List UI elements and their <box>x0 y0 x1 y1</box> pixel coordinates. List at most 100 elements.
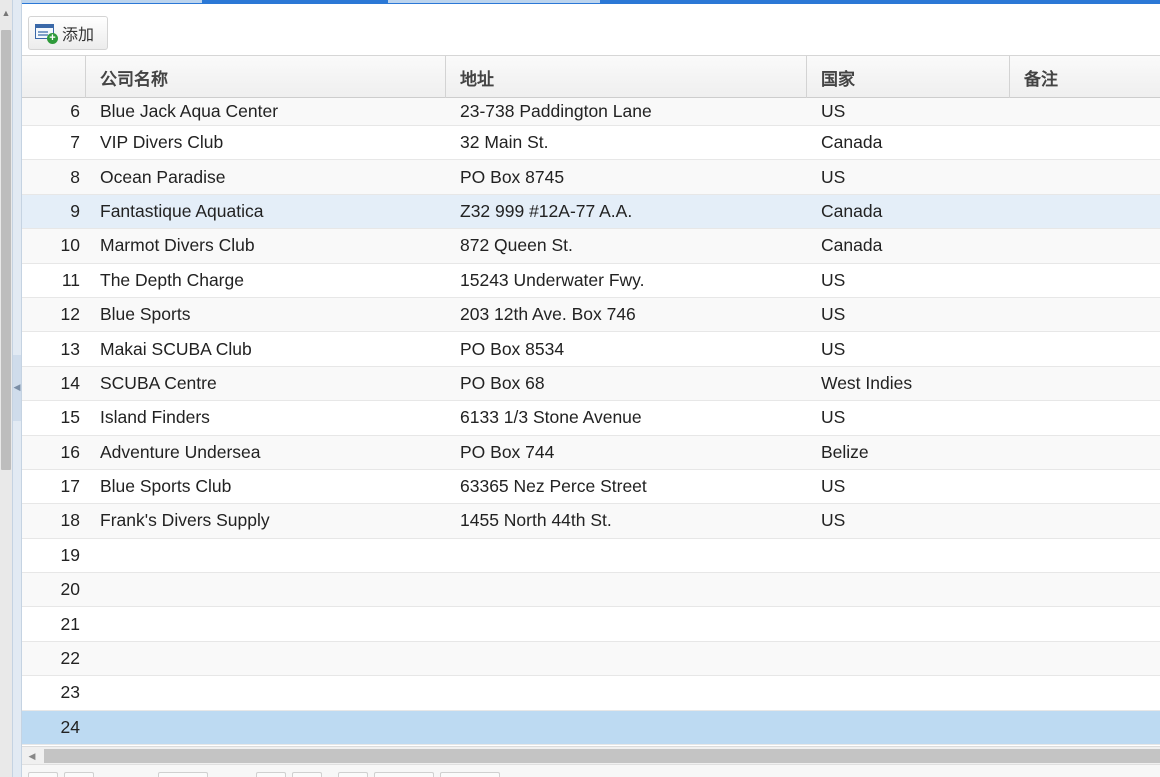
country-cell[interactable]: US <box>807 470 1010 503</box>
address-cell[interactable]: PO Box 744 <box>446 436 807 469</box>
row-number-cell[interactable]: 11 <box>22 264 86 297</box>
address-cell[interactable]: 32 Main St. <box>446 126 807 159</box>
row-number-cell[interactable]: 10 <box>22 229 86 262</box>
row-number-cell[interactable]: 18 <box>22 504 86 537</box>
note-cell[interactable] <box>1010 539 1160 572</box>
column-header-rownum[interactable] <box>22 56 86 98</box>
note-cell[interactable] <box>1010 98 1160 125</box>
table-row[interactable]: 13 Makai SCUBA Club PO Box 8534 US <box>22 332 1160 367</box>
row-number-cell[interactable]: 9 <box>22 195 86 228</box>
table-row[interactable]: 10 Marmot Divers Club 872 Queen St. Canada <box>22 229 1160 264</box>
row-number-cell[interactable]: 15 <box>22 401 86 434</box>
note-cell[interactable] <box>1010 504 1160 537</box>
collapse-left-icon[interactable]: ◀ <box>13 380 21 394</box>
address-cell[interactable] <box>446 642 807 675</box>
row-number-cell[interactable]: 12 <box>22 298 86 331</box>
pager-button[interactable] <box>256 772 286 777</box>
company-name-cell[interactable] <box>86 573 446 606</box>
note-cell[interactable] <box>1010 436 1160 469</box>
table-row[interactable]: 20 <box>22 573 1160 608</box>
company-name-cell[interactable] <box>86 607 446 640</box>
country-cell[interactable]: US <box>807 401 1010 434</box>
note-cell[interactable] <box>1010 642 1160 675</box>
company-name-cell[interactable]: Island Finders <box>86 401 446 434</box>
country-cell[interactable] <box>807 607 1010 640</box>
note-cell[interactable] <box>1010 195 1160 228</box>
scroll-left-arrow-icon[interactable]: ◀ <box>26 748 38 764</box>
country-cell[interactable]: US <box>807 332 1010 365</box>
row-number-cell[interactable]: 7 <box>22 126 86 159</box>
company-name-cell[interactable]: Blue Sports <box>86 298 446 331</box>
company-name-cell[interactable]: SCUBA Centre <box>86 367 446 400</box>
country-cell[interactable]: West Indies <box>807 367 1010 400</box>
table-row[interactable]: 18 Frank's Divers Supply 1455 North 44th S… <box>22 504 1160 539</box>
table-row[interactable]: 24 <box>22 710 1160 746</box>
company-name-cell[interactable] <box>86 539 446 572</box>
note-cell[interactable] <box>1010 470 1160 503</box>
company-name-cell[interactable] <box>86 642 446 675</box>
address-cell[interactable]: 203 12th Ave. Box 746 <box>446 298 807 331</box>
address-cell[interactable]: 872 Queen St. <box>446 229 807 262</box>
company-name-cell[interactable]: Blue Jack Aqua Center <box>86 98 446 125</box>
table-row[interactable]: 17 Blue Sports Club 63365 Nez Perce Street… <box>22 469 1160 505</box>
note-cell[interactable] <box>1010 126 1160 159</box>
country-cell[interactable] <box>807 642 1010 675</box>
pager-button[interactable] <box>338 772 368 777</box>
address-cell[interactable]: 1455 North 44th St. <box>446 504 807 537</box>
table-row[interactable]: 22 <box>22 641 1160 677</box>
country-cell[interactable]: US <box>807 98 1010 125</box>
company-name-cell[interactable] <box>86 711 446 744</box>
country-cell[interactable]: US <box>807 298 1010 331</box>
address-cell[interactable] <box>446 711 807 744</box>
country-cell[interactable] <box>807 573 1010 606</box>
table-row[interactable]: 16 Adventure Undersea PO Box 744 Belize <box>22 435 1160 470</box>
table-row[interactable]: 15 Island Finders 6133 1/3 Stone Avenue US <box>22 401 1160 436</box>
address-cell[interactable]: PO Box 8745 <box>446 160 807 193</box>
address-cell[interactable] <box>446 539 807 572</box>
country-cell[interactable]: US <box>807 264 1010 297</box>
country-cell[interactable]: Canada <box>807 195 1010 228</box>
column-header-address[interactable]: 地址 <box>446 56 807 98</box>
address-cell[interactable]: PO Box 8534 <box>446 332 807 365</box>
note-cell[interactable] <box>1010 264 1160 297</box>
company-name-cell[interactable]: Fantastique Aquatica <box>86 195 446 228</box>
horizontal-scroll-thumb[interactable] <box>44 749 1160 763</box>
pager-button[interactable] <box>28 772 58 777</box>
outer-scroll-thumb[interactable] <box>1 30 11 470</box>
address-cell[interactable]: 6133 1/3 Stone Avenue <box>446 401 807 434</box>
country-cell[interactable]: US <box>807 504 1010 537</box>
row-number-cell[interactable]: 17 <box>22 470 86 503</box>
note-cell[interactable] <box>1010 298 1160 331</box>
tab-segment-active[interactable] <box>388 0 600 3</box>
table-row[interactable]: 6 Blue Jack Aqua Center 23-738 Paddington … <box>22 98 1160 126</box>
column-header-note[interactable]: 备注 <box>1010 56 1160 98</box>
company-name-cell[interactable]: Ocean Paradise <box>86 160 446 193</box>
address-cell[interactable]: 63365 Nez Perce Street <box>446 470 807 503</box>
row-number-cell[interactable]: 16 <box>22 436 86 469</box>
row-number-cell[interactable]: 23 <box>22 676 86 709</box>
country-cell[interactable]: Canada <box>807 126 1010 159</box>
country-cell[interactable]: Canada <box>807 229 1010 262</box>
note-cell[interactable] <box>1010 367 1160 400</box>
row-number-cell[interactable]: 24 <box>22 711 86 744</box>
address-cell[interactable]: PO Box 68 <box>446 367 807 400</box>
note-cell[interactable] <box>1010 573 1160 606</box>
note-cell[interactable] <box>1010 607 1160 640</box>
address-cell[interactable] <box>446 676 807 709</box>
row-number-cell[interactable]: 19 <box>22 539 86 572</box>
table-row[interactable]: 21 <box>22 607 1160 642</box>
address-cell[interactable]: 15243 Underwater Fwy. <box>446 264 807 297</box>
row-number-cell[interactable]: 22 <box>22 642 86 675</box>
table-row[interactable]: 12 Blue Sports 203 12th Ave. Box 746 US <box>22 297 1160 333</box>
country-cell[interactable] <box>807 676 1010 709</box>
table-row[interactable]: 7 VIP Divers Club 32 Main St. Canada <box>22 126 1160 161</box>
pager-button[interactable] <box>374 772 434 777</box>
company-name-cell[interactable]: Adventure Undersea <box>86 436 446 469</box>
note-cell[interactable] <box>1010 160 1160 193</box>
scroll-up-arrow-icon[interactable]: ▲ <box>0 6 12 20</box>
note-cell[interactable] <box>1010 229 1160 262</box>
country-cell[interactable]: Belize <box>807 436 1010 469</box>
company-name-cell[interactable] <box>86 676 446 709</box>
table-row[interactable]: 14 SCUBA Centre PO Box 68 West Indies <box>22 366 1160 402</box>
note-cell[interactable] <box>1010 401 1160 434</box>
